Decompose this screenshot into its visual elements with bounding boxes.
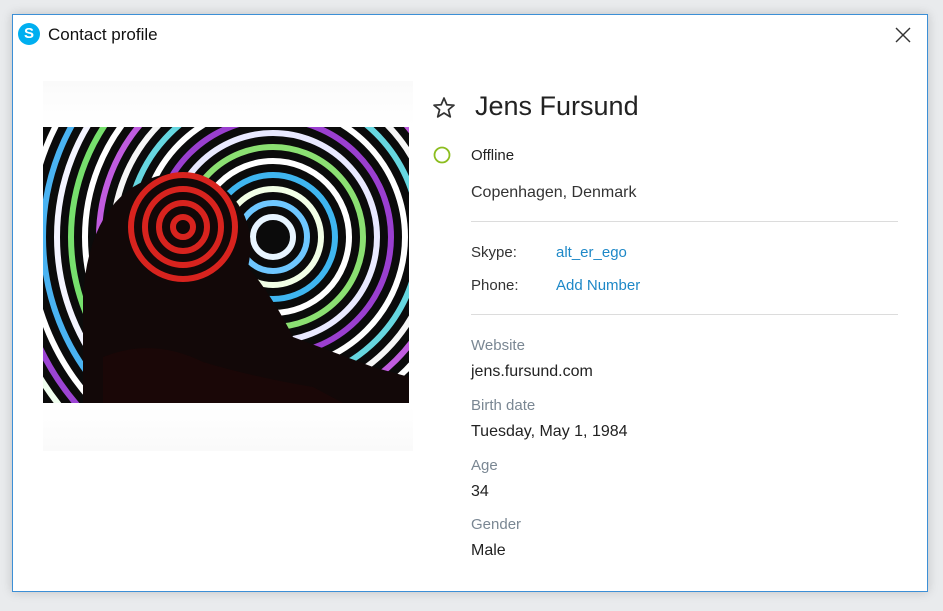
- status-text: Offline: [471, 147, 515, 164]
- contact-profile-window: S Contact profile Jens Fursund Offline C…: [12, 14, 928, 592]
- add-number-link[interactable]: Add Number: [556, 277, 640, 294]
- gender-value: Male: [471, 542, 506, 559]
- skype-label: Skype:: [471, 244, 517, 261]
- profile-photo-image: [43, 127, 409, 403]
- website-value: jens.fursund.com: [471, 363, 593, 380]
- birthdate-value: Tuesday, May 1, 1984: [471, 423, 628, 440]
- profile-details: Jens Fursund Offline Copenhagen, Denmark…: [431, 15, 911, 591]
- age-label: Age: [471, 457, 498, 474]
- skype-logo-icon: S: [18, 23, 40, 45]
- birthdate-label: Birth date: [471, 397, 536, 414]
- website-label: Website: [471, 337, 525, 354]
- age-value: 34: [471, 483, 489, 500]
- contact-name: Jens Fursund: [475, 91, 639, 121]
- gender-label: Gender: [471, 516, 522, 533]
- divider: [471, 314, 898, 315]
- favorite-button[interactable]: [431, 95, 457, 121]
- profile-photo[interactable]: [43, 127, 409, 403]
- skype-id-link[interactable]: alt_er_ego: [556, 244, 627, 261]
- profile-photo-area: [43, 81, 413, 451]
- window-title: Contact profile: [48, 25, 158, 44]
- star-outline-icon: [433, 97, 455, 118]
- status-ring-icon: [433, 146, 451, 164]
- phone-label: Phone:: [471, 277, 519, 294]
- contact-location: Copenhagen, Denmark: [471, 184, 637, 201]
- divider: [471, 221, 898, 222]
